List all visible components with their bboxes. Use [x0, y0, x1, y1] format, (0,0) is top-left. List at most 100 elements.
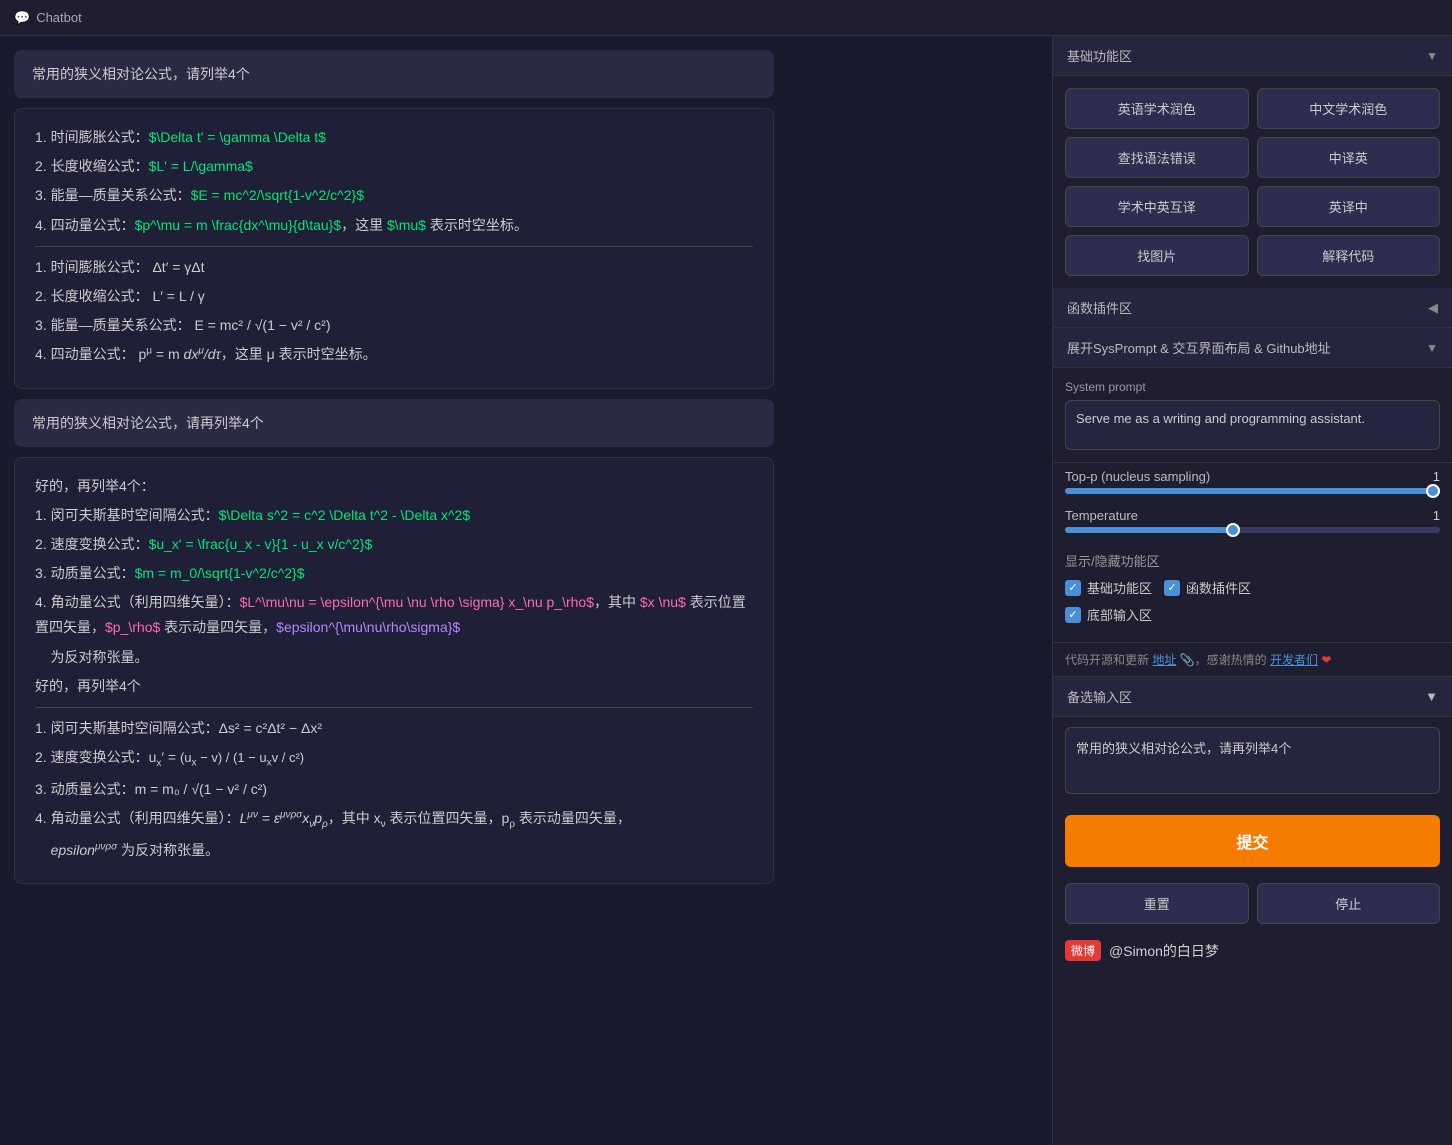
btn-explain-code[interactable]: 解释代码 — [1257, 235, 1441, 276]
math-r2-purple-1: $epsilon^{\mu\nu\rho\sigma}$ — [276, 619, 460, 635]
bot-response-2: 好的，再列举4个： 1. 闵可夫斯基时空间隔公式：$\Delta s^2 = c… — [14, 457, 774, 885]
sysprompt-section-header[interactable]: 展开SysPrompt & 交互界面布局 & Github地址 ▼ — [1053, 328, 1452, 368]
toggle-basic[interactable]: ✓ 基础功能区 — [1065, 578, 1152, 597]
top-p-track[interactable] — [1065, 488, 1440, 494]
top-p-thumb[interactable] — [1426, 484, 1440, 498]
top-p-slider-wrap — [1053, 486, 1452, 502]
alt-textarea[interactable]: 常用的狭义相对论公式，请再列举4个 — [1065, 727, 1440, 794]
bot-r2-rendered3: 3. 动质量公式：m = m₀ / √(1 − v² / c²) — [35, 777, 753, 802]
temperature-value: 1 — [1433, 508, 1440, 523]
btn-en-polish[interactable]: 英语学术润色 — [1065, 88, 1249, 129]
bot-r2-line2: 2. 速度变换公式：$u_x' = \frac{u_x - v}{1 - u_x… — [35, 532, 753, 557]
alt-input-arrow: ▼ — [1425, 689, 1438, 704]
sysprompt-label: System prompt — [1065, 380, 1440, 394]
divider-1 — [35, 246, 753, 247]
temperature-slider-wrap — [1053, 525, 1452, 541]
footer-text: 代码开源和更新 — [1065, 653, 1149, 667]
toggle-basic-label: 基础功能区 — [1087, 578, 1152, 597]
alt-input-title: 备选输入区 — [1067, 687, 1132, 706]
right-panel: 基础功能区 ▼ 英语学术润色 中文学术润色 查找语法错误 中译英 学术中英互译 … — [1052, 36, 1452, 1145]
footer-links: 代码开源和更新 地址 📎，感谢热情的 开发者们 ❤ — [1053, 643, 1452, 677]
math-r2-pink-3: $p_\rho$ — [105, 619, 160, 635]
math-r2-pink-2: $x \nu$ — [640, 594, 686, 610]
top-bar: 💬 Chatbot — [0, 0, 1452, 36]
bot-r2-rendered1: 1. 闵可夫斯基时空间隔公式：Δs² = c²Δt² − Δx² — [35, 716, 753, 741]
top-p-row: Top-p (nucleus sampling) 1 — [1053, 463, 1452, 486]
bot-r1-rendered4: 4. 四动量公式： pμ = m dxμ/dτ，这里 μ 表示时空坐标。 — [35, 342, 753, 367]
toggle-plugin-label: 函数插件区 — [1186, 578, 1251, 597]
sysprompt-section-title: 展开SysPrompt & 交互界面布局 & Github地址 — [1067, 338, 1331, 357]
btn-zh-polish[interactable]: 中文学术润色 — [1257, 88, 1441, 129]
checkbox-plugin[interactable]: ✓ — [1164, 580, 1180, 596]
basic-section-arrow: ▼ — [1426, 49, 1438, 63]
main-layout: 常用的狭义相对论公式，请列举4个 1. 时间膨胀公式：$\Delta t' = … — [0, 36, 1452, 1145]
math-r2-green-2: $u_x' = \frac{u_x - v}{1 - u_x v/c^2}$ — [149, 536, 373, 552]
top-p-label: Top-p (nucleus sampling) — [1065, 469, 1210, 484]
weibo-badge: 微博 — [1065, 940, 1101, 961]
btn-en-zh[interactable]: 英译中 — [1257, 186, 1441, 227]
basic-section-header[interactable]: 基础功能区 ▼ — [1053, 36, 1452, 76]
chat-icon: 💬 — [14, 10, 30, 26]
bot-r1-line4: 4. 四动量公式：$p^\mu = m \frac{dx^\mu}{d\tau}… — [35, 213, 753, 238]
plugin-section-arrow: ◀ — [1428, 300, 1438, 316]
bot-r2-rendered2: 2. 速度变换公式：ux′ = (ux − v) / (1 − uxv / c²… — [35, 745, 753, 773]
user-message-2: 常用的狭义相对论公式，请再列举4个 — [14, 399, 774, 447]
app-title: 💬 Chatbot — [14, 10, 82, 26]
user-message-1-text: 常用的狭义相对论公式，请列举4个 — [32, 66, 250, 82]
temperature-thumb[interactable] — [1226, 523, 1240, 537]
toggle-section: 显示/隐藏功能区 ✓ 基础功能区 ✓ 函数插件区 ✓ 底部输入区 — [1053, 541, 1452, 643]
toggle-section-label: 显示/隐藏功能区 — [1065, 551, 1440, 570]
sysprompt-text: Serve me as a writing and programming as… — [1065, 400, 1440, 450]
basic-btn-grid: 英语学术润色 中文学术润色 查找语法错误 中译英 学术中英互译 英译中 找图片 … — [1053, 76, 1452, 288]
bot-r2-rendered4b: epsilonμνρσ 为反对称张量。 — [35, 838, 753, 863]
divider-2 — [35, 707, 753, 708]
temperature-fill — [1065, 527, 1234, 533]
alt-input-header[interactable]: 备选输入区 ▼ — [1053, 677, 1452, 717]
math-green-1: $\Delta t' = \gamma \Delta t$ — [149, 129, 326, 145]
math-r2-pink-1: $L^\mu\nu = \epsilon^{\mu \nu \rho \sigm… — [240, 594, 594, 610]
sysprompt-section-arrow: ▼ — [1426, 341, 1438, 355]
plugin-section-header[interactable]: 函数插件区 ◀ — [1053, 288, 1452, 328]
footer-link-address[interactable]: 地址 — [1152, 653, 1176, 667]
bottom-btn-row: 重置 停止 — [1053, 875, 1452, 932]
top-p-fill — [1065, 488, 1440, 494]
btn-academic-translate[interactable]: 学术中英互译 — [1065, 186, 1249, 227]
top-p-value: 1 — [1433, 469, 1440, 484]
plugin-section-title: 函数插件区 — [1067, 298, 1132, 317]
math-r2-green-1: $\Delta s^2 = c^2 \Delta t^2 - \Delta x^… — [219, 507, 471, 523]
checkbox-bottom[interactable]: ✓ — [1065, 607, 1081, 623]
sysprompt-area: System prompt Serve me as a writing and … — [1053, 368, 1452, 463]
math-green-2: $L' = L/\gamma$ — [149, 158, 253, 174]
bot-r2-line3: 3. 动质量公式：$m = m_0/\sqrt{1-v^2/c^2}$ — [35, 561, 753, 586]
temperature-label: Temperature — [1065, 508, 1138, 523]
alt-input-area: 常用的狭义相对论公式，请再列举4个 — [1053, 717, 1452, 807]
temperature-row: Temperature 1 — [1053, 502, 1452, 525]
reset-button[interactable]: 重置 — [1065, 883, 1249, 924]
stop-button[interactable]: 停止 — [1257, 883, 1441, 924]
math-green-4: $p^\mu = m \frac{dx^\mu}{d\tau}$ — [135, 217, 342, 233]
chat-panel: 常用的狭义相对论公式，请列举4个 1. 时间膨胀公式：$\Delta t' = … — [0, 36, 1052, 1145]
weibo-area: 微博 @Simon的白日梦 — [1053, 932, 1452, 969]
bot-r1-line3: 3. 能量—质量关系公式：$E = mc^2/\sqrt{1-v^2/c^2}$ — [35, 183, 753, 208]
bot-r2-intro: 好的，再列举4个： — [35, 474, 753, 499]
basic-section-title: 基础功能区 — [1067, 46, 1132, 65]
toggle-bottom-label: 底部输入区 — [1087, 605, 1152, 624]
bot-r1-line2: 2. 长度收缩公式：$L' = L/\gamma$ — [35, 154, 753, 179]
bot-r2-line4b: 为反对称张量。 — [35, 645, 753, 670]
math-green-3: $E = mc^2/\sqrt{1-v^2/c^2}$ — [191, 187, 364, 203]
toggle-plugin[interactable]: ✓ 函数插件区 — [1164, 578, 1251, 597]
temperature-track[interactable] — [1065, 527, 1440, 533]
btn-find-image[interactable]: 找图片 — [1065, 235, 1249, 276]
footer-devs-link[interactable]: 开发者们 — [1270, 653, 1318, 667]
bot-r2-rendered4: 4. 角动量公式（利用四维矢量）：Lμν = εμνρσxνpρ，其中 xν 表… — [35, 806, 753, 834]
user-message-2-text: 常用的狭义相对论公式，请再列举4个 — [32, 415, 264, 431]
bot-response-1: 1. 时间膨胀公式：$\Delta t' = \gamma \Delta t$ … — [14, 108, 774, 389]
toggle-bottom[interactable]: ✓ 底部输入区 — [1065, 605, 1152, 624]
toggle-row-1: ✓ 基础功能区 ✓ 函数插件区 — [1065, 578, 1440, 597]
footer-emoji: 📎，感谢热情的 — [1180, 653, 1267, 667]
btn-zh-en[interactable]: 中译英 — [1257, 137, 1441, 178]
bot-r1-rendered3: 3. 能量—质量关系公式： E = mc² / √(1 − v² / c²) — [35, 313, 753, 338]
submit-button[interactable]: 提交 — [1065, 815, 1440, 867]
btn-grammar[interactable]: 查找语法错误 — [1065, 137, 1249, 178]
checkbox-basic[interactable]: ✓ — [1065, 580, 1081, 596]
